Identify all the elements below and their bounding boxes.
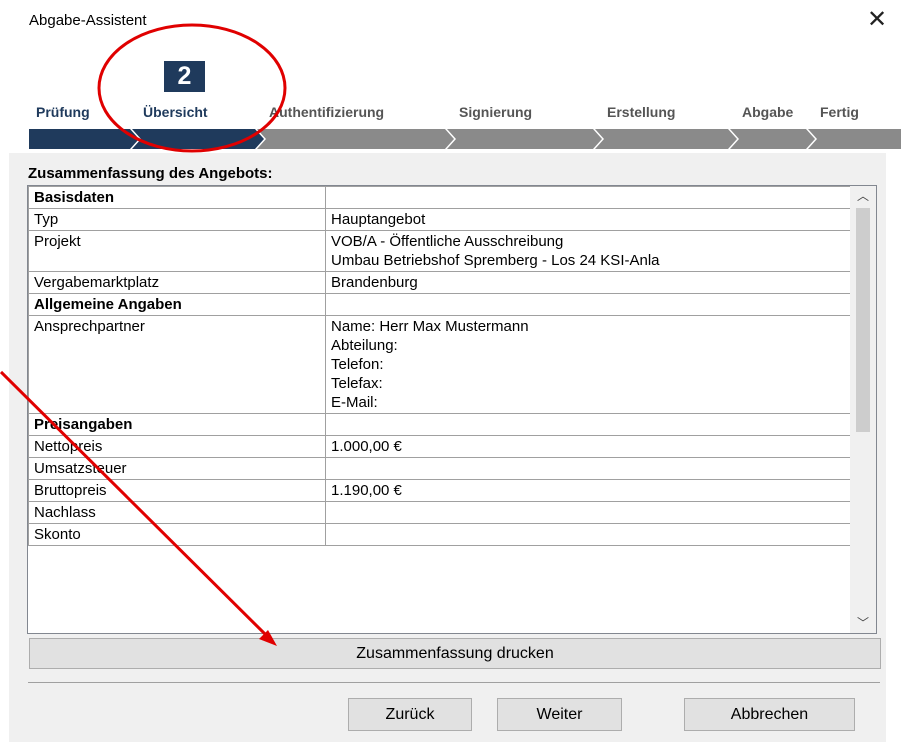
wizard-progress-bar bbox=[29, 129, 901, 149]
row-key: Bruttopreis bbox=[28, 479, 326, 502]
table-row: Skonto bbox=[28, 523, 862, 546]
row-value bbox=[325, 186, 862, 209]
summary-table: Basisdaten Typ Hauptangebot Projekt VOB/… bbox=[28, 186, 862, 546]
row-key: Umsatzsteuer bbox=[28, 457, 326, 480]
table-row: Allgemeine Angaben bbox=[28, 293, 862, 316]
step-fertig: Fertig bbox=[820, 104, 859, 120]
row-key: Nachlass bbox=[28, 501, 326, 524]
row-value: VOB/A - Öffentliche Ausschreibung Umbau … bbox=[325, 230, 862, 272]
summary-heading: Zusammenfassung des Angebots: bbox=[28, 165, 273, 182]
row-value: 1.190,00 € bbox=[325, 479, 862, 502]
row-key: Allgemeine Angaben bbox=[28, 293, 326, 316]
row-value bbox=[325, 293, 862, 316]
content-panel: Zusammenfassung des Angebots: Basisdaten… bbox=[9, 153, 886, 742]
scroll-down-icon[interactable]: ﹀ bbox=[850, 613, 876, 633]
wizard-steps: Prüfung Übersicht Authentifizierung Sign… bbox=[36, 104, 901, 124]
row-value: Brandenburg bbox=[325, 271, 862, 294]
contact-phone: Telefon: bbox=[331, 356, 384, 373]
progress-segment-fertig bbox=[808, 129, 901, 149]
progress-segment-pruefung bbox=[29, 129, 139, 149]
table-row: Vergabemarktplatz Brandenburg bbox=[28, 271, 862, 294]
row-key: Vergabemarktplatz bbox=[28, 271, 326, 294]
progress-segment-abgabe bbox=[730, 129, 815, 149]
table-row: Nachlass bbox=[28, 501, 862, 524]
contact-fax: Telefax: bbox=[331, 375, 383, 392]
progress-segment-authentifizierung bbox=[257, 129, 454, 149]
progress-segment-erstellung bbox=[595, 129, 737, 149]
row-key: Typ bbox=[28, 208, 326, 231]
row-value: Hauptangebot bbox=[325, 208, 862, 231]
divider bbox=[28, 682, 880, 683]
window-title: Abgabe-Assistent bbox=[29, 12, 147, 29]
row-key: Projekt bbox=[28, 230, 326, 272]
progress-segment-uebersicht bbox=[132, 129, 264, 149]
vertical-scrollbar[interactable]: ︿ ﹀ bbox=[850, 186, 876, 633]
next-button[interactable]: Weiter bbox=[497, 698, 622, 731]
row-value: Name: Herr Max Mustermann Abteilung: Tel… bbox=[325, 315, 862, 414]
row-value bbox=[325, 413, 862, 436]
wizard-window: Abgabe-Assistent ✕ 2 Prüfung Übersicht A… bbox=[0, 0, 901, 742]
contact-name: Name: Herr Max Mustermann bbox=[331, 318, 529, 335]
close-icon[interactable]: ✕ bbox=[862, 6, 892, 34]
contact-email: E-Mail: bbox=[331, 394, 378, 411]
step-signierung: Signierung bbox=[459, 104, 533, 120]
scrollbar-thumb[interactable] bbox=[856, 208, 870, 432]
summary-table-container[interactable]: Basisdaten Typ Hauptangebot Projekt VOB/… bbox=[27, 185, 877, 634]
row-key: Ansprechpartner bbox=[28, 315, 326, 414]
table-row: Umsatzsteuer bbox=[28, 457, 862, 480]
row-value bbox=[325, 523, 862, 546]
table-row: Nettopreis 1.000,00 € bbox=[28, 435, 862, 458]
print-summary-button[interactable]: Zusammenfassung drucken bbox=[29, 638, 881, 669]
table-row: Projekt VOB/A - Öffentliche Ausschreibun… bbox=[28, 230, 862, 272]
step-pruefung: Prüfung bbox=[36, 104, 90, 120]
row-value bbox=[325, 501, 862, 524]
table-row: Basisdaten bbox=[28, 186, 862, 209]
table-row: Typ Hauptangebot bbox=[28, 208, 862, 231]
table-row: Bruttopreis 1.190,00 € bbox=[28, 479, 862, 502]
current-step-badge: 2 bbox=[164, 61, 205, 92]
row-key: Nettopreis bbox=[28, 435, 326, 458]
back-button[interactable]: Zurück bbox=[348, 698, 472, 731]
step-erstellung: Erstellung bbox=[607, 104, 676, 120]
row-key: Preisangaben bbox=[28, 413, 326, 436]
step-authentifizierung: Authentifizierung bbox=[269, 104, 385, 120]
row-value: 1.000,00 € bbox=[325, 435, 862, 458]
project-type: VOB/A - Öffentliche Ausschreibung bbox=[331, 233, 564, 250]
progress-segment-signierung bbox=[447, 129, 602, 149]
scroll-up-icon[interactable]: ︿ bbox=[850, 186, 876, 206]
table-row: Preisangaben bbox=[28, 413, 862, 436]
project-name: Umbau Betriebshof Spremberg - Los 24 KSI… bbox=[331, 252, 660, 269]
table-row: Ansprechpartner Name: Herr Max Musterman… bbox=[28, 315, 862, 414]
cancel-button[interactable]: Abbrechen bbox=[684, 698, 855, 731]
contact-department: Abteilung: bbox=[331, 337, 398, 354]
row-value bbox=[325, 457, 862, 480]
row-key: Skonto bbox=[28, 523, 326, 546]
step-abgabe: Abgabe bbox=[742, 104, 794, 120]
step-uebersicht: Übersicht bbox=[143, 104, 208, 120]
row-key: Basisdaten bbox=[28, 186, 326, 209]
